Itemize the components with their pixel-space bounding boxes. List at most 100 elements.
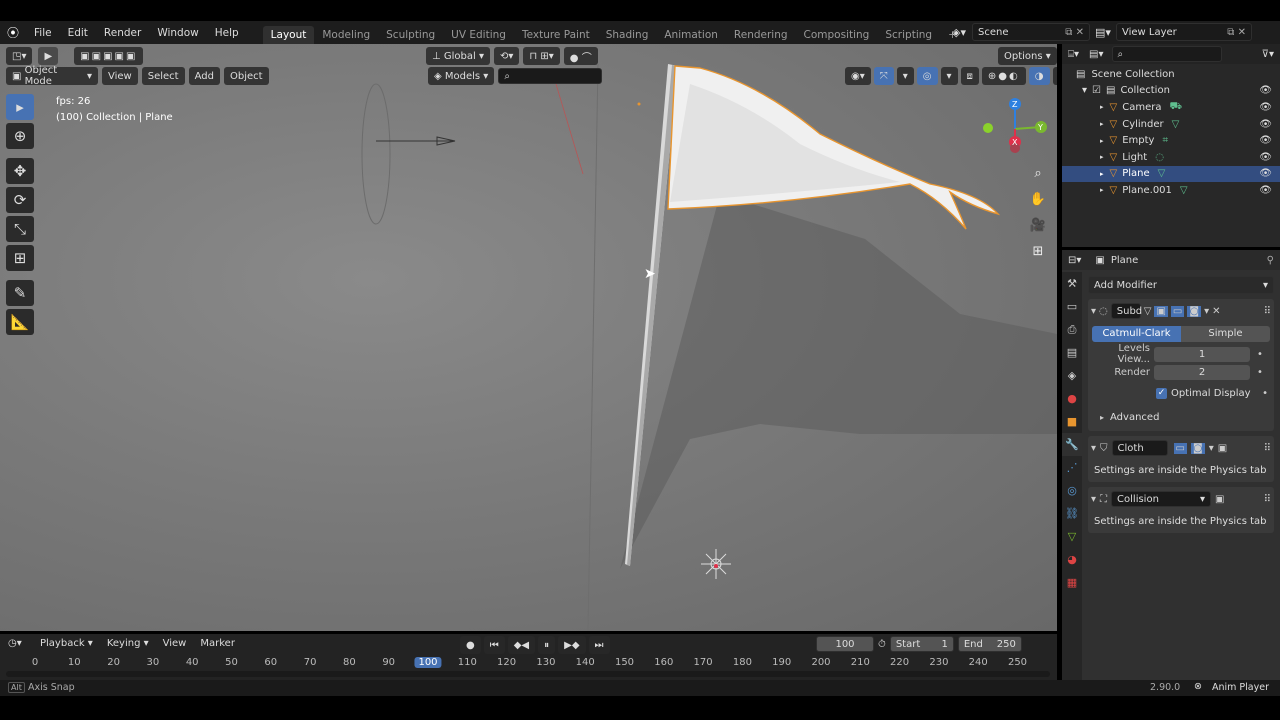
- select-box-tool-icon[interactable]: ▸: [6, 94, 34, 120]
- properties-editor-icon[interactable]: ⊟▾: [1068, 255, 1081, 266]
- viewport-display-icon[interactable]: ▭: [1173, 442, 1187, 454]
- menu-add[interactable]: Add: [188, 67, 220, 85]
- editmode-icon[interactable]: ▣: [1154, 305, 1168, 317]
- expand-arrow-icon[interactable]: ▸: [1100, 153, 1104, 161]
- annotate-tool-icon[interactable]: ✎: [6, 280, 34, 306]
- mesh-icon[interactable]: ▽: [1180, 185, 1188, 196]
- particles-tab-icon[interactable]: ⋰: [1062, 456, 1082, 479]
- eye-icon[interactable]: 👁: [1259, 85, 1272, 96]
- expand-arrow-icon[interactable]: ▸: [1100, 120, 1104, 128]
- texture-tab-icon[interactable]: ▦: [1062, 571, 1082, 594]
- render-levels-field[interactable]: 2: [1154, 364, 1250, 380]
- world-tab-icon[interactable]: ●: [1062, 387, 1082, 410]
- scene-tab-icon[interactable]: ◈: [1062, 364, 1082, 387]
- tab-sculpting[interactable]: Sculpting: [378, 26, 443, 44]
- mesh-icon[interactable]: ▽: [1172, 119, 1180, 130]
- menu-file[interactable]: File: [26, 27, 60, 39]
- viewport-display-icon[interactable]: ▭: [1170, 305, 1185, 317]
- current-frame-marker[interactable]: 100: [414, 657, 442, 668]
- xray-icon[interactable]: ⧈: [960, 67, 979, 85]
- camera-view-icon[interactable]: 🎥: [1027, 214, 1049, 236]
- render-display-icon[interactable]: ◙: [1187, 305, 1202, 317]
- menu-view[interactable]: View: [102, 67, 138, 85]
- outliner-item-light[interactable]: ▸ ▽ Light ◌ 👁: [1062, 149, 1280, 166]
- outliner-item-cylinder[interactable]: ▸ ▽ Cylinder ▽ 👁: [1062, 116, 1280, 133]
- expand-arrow-icon[interactable]: ▸: [1100, 413, 1104, 422]
- modifier-name-input[interactable]: Subd: [1110, 303, 1142, 319]
- expand-arrow-icon[interactable]: ▸: [1100, 137, 1104, 145]
- catmull-clark-button[interactable]: Catmull-Clark: [1092, 326, 1181, 342]
- eye-icon[interactable]: 👁: [1259, 135, 1272, 146]
- proportional-edit-icon[interactable]: ● ⌒: [563, 47, 598, 65]
- outliner-editor-icon[interactable]: ⌸▾: [1068, 49, 1079, 60]
- physics-link-icon[interactable]: ▣: [1215, 494, 1224, 505]
- gizmo-toggle-icon[interactable]: ⤧: [873, 67, 894, 85]
- gizmo-dropdown-icon[interactable]: ▾: [896, 67, 914, 85]
- add-modifier-dropdown[interactable]: Add Modifier ▾: [1088, 276, 1274, 294]
- shading-dropdown-icon[interactable]: ▾: [1052, 67, 1057, 85]
- pan-hand-icon[interactable]: ✋: [1027, 188, 1049, 210]
- eye-icon[interactable]: 👁: [1259, 185, 1272, 196]
- tab-rendering[interactable]: Rendering: [726, 26, 796, 44]
- ortho-grid-icon[interactable]: ⊞: [1027, 240, 1049, 262]
- expand-arrow-icon[interactable]: ▸: [1100, 170, 1104, 178]
- transform-orientation-dropdown[interactable]: ⊥ Global ▾: [426, 47, 490, 65]
- cursor-tool-icon[interactable]: ⊕: [6, 123, 34, 149]
- material-tab-icon[interactable]: ◕: [1062, 548, 1082, 571]
- menu-edit[interactable]: Edit: [60, 27, 96, 39]
- overlay-dropdown-icon[interactable]: ▾: [940, 67, 958, 85]
- copy-icon[interactable]: ⧉ ✕: [1227, 27, 1246, 38]
- drag-handle-icon[interactable]: ⠿: [1264, 443, 1271, 454]
- tab-shading[interactable]: Shading: [598, 26, 657, 44]
- physics-tab-icon[interactable]: ◎: [1062, 479, 1082, 502]
- eye-icon[interactable]: 👁: [1259, 119, 1272, 130]
- visibility-icon[interactable]: ◉▾: [845, 67, 871, 85]
- modifier-name-input[interactable]: Collision ▾: [1111, 491, 1212, 507]
- checkbox-icon[interactable]: ☑: [1092, 85, 1101, 96]
- drag-handle-icon[interactable]: ⠿: [1264, 494, 1271, 505]
- collapse-arrow-icon[interactable]: ▾: [1091, 443, 1096, 454]
- rotate-tool-icon[interactable]: ⟳: [6, 187, 34, 213]
- transform-tool-icon[interactable]: ⊞: [6, 245, 34, 271]
- pivot-icon[interactable]: ⟲▾: [494, 47, 520, 65]
- pin-icon[interactable]: ⚲: [1267, 255, 1274, 266]
- view-layer-tab-icon[interactable]: ▤: [1062, 341, 1082, 364]
- snap-icon[interactable]: ⊓ ⊞▾: [523, 47, 560, 65]
- zoom-icon[interactable]: ⌕: [1027, 162, 1049, 184]
- eye-icon[interactable]: 👁: [1259, 168, 1272, 179]
- drag-handle-icon[interactable]: ⠿: [1264, 306, 1271, 317]
- mode-dropdown[interactable]: ▣ Object Mode ▾: [6, 65, 98, 87]
- options-dropdown[interactable]: Options ▾: [998, 47, 1057, 65]
- navigation-gizmo[interactable]: Z Y X: [978, 94, 1053, 164]
- data-tab-icon[interactable]: ▽: [1062, 525, 1082, 548]
- scene-selector[interactable]: Scene ⧉ ✕: [972, 23, 1090, 41]
- empty-icon[interactable]: ⌗: [1162, 135, 1168, 146]
- menu-select[interactable]: Select: [141, 67, 185, 85]
- expand-arrow-icon[interactable]: ▸: [1100, 186, 1104, 194]
- keyframe-dot-icon[interactable]: •: [1257, 349, 1263, 360]
- overlay-toggle-icon[interactable]: ◎: [916, 67, 938, 85]
- mesh-icon[interactable]: ▽: [1158, 168, 1166, 179]
- simple-button[interactable]: Simple: [1181, 326, 1270, 342]
- object-tab-icon[interactable]: ■: [1062, 410, 1082, 433]
- modifier-tab-icon[interactable]: 🔧: [1062, 433, 1082, 456]
- tab-animation[interactable]: Animation: [656, 26, 726, 44]
- scene-icon[interactable]: ◈▾: [952, 26, 972, 39]
- chevron-down-icon[interactable]: ▾: [1204, 306, 1209, 317]
- timeline-scrollbar[interactable]: [6, 671, 1050, 677]
- filter-icon[interactable]: ⊽▾: [1262, 49, 1274, 60]
- menu-window[interactable]: Window: [149, 27, 206, 39]
- physics-link-icon[interactable]: ▣: [1218, 443, 1227, 454]
- collapse-arrow-icon[interactable]: ▾: [1091, 306, 1096, 317]
- optimal-display-checkbox[interactable]: ✓: [1156, 387, 1167, 399]
- collapse-arrow-icon[interactable]: ▾: [1082, 85, 1087, 96]
- keyframe-dot-icon[interactable]: •: [1257, 367, 1263, 378]
- measure-tool-icon[interactable]: 📐: [6, 309, 34, 335]
- 3d-viewport[interactable]: ◳▾ ▶ ▣▣▣▣▣ ⊥ Global ▾ ⟲▾ ⊓ ⊞▾ ● ⌒ Option…: [0, 44, 1057, 631]
- close-icon[interactable]: ✕: [1212, 306, 1220, 317]
- menu-object[interactable]: Object: [223, 67, 269, 85]
- advanced-subpanel[interactable]: ▸ Advanced: [1088, 409, 1274, 425]
- collection-row[interactable]: ▾ ☑ ▤ Collection 👁: [1062, 83, 1280, 100]
- collapse-arrow-icon[interactable]: ▾: [1091, 494, 1096, 505]
- blender-logo-icon[interactable]: ⦿: [0, 24, 26, 41]
